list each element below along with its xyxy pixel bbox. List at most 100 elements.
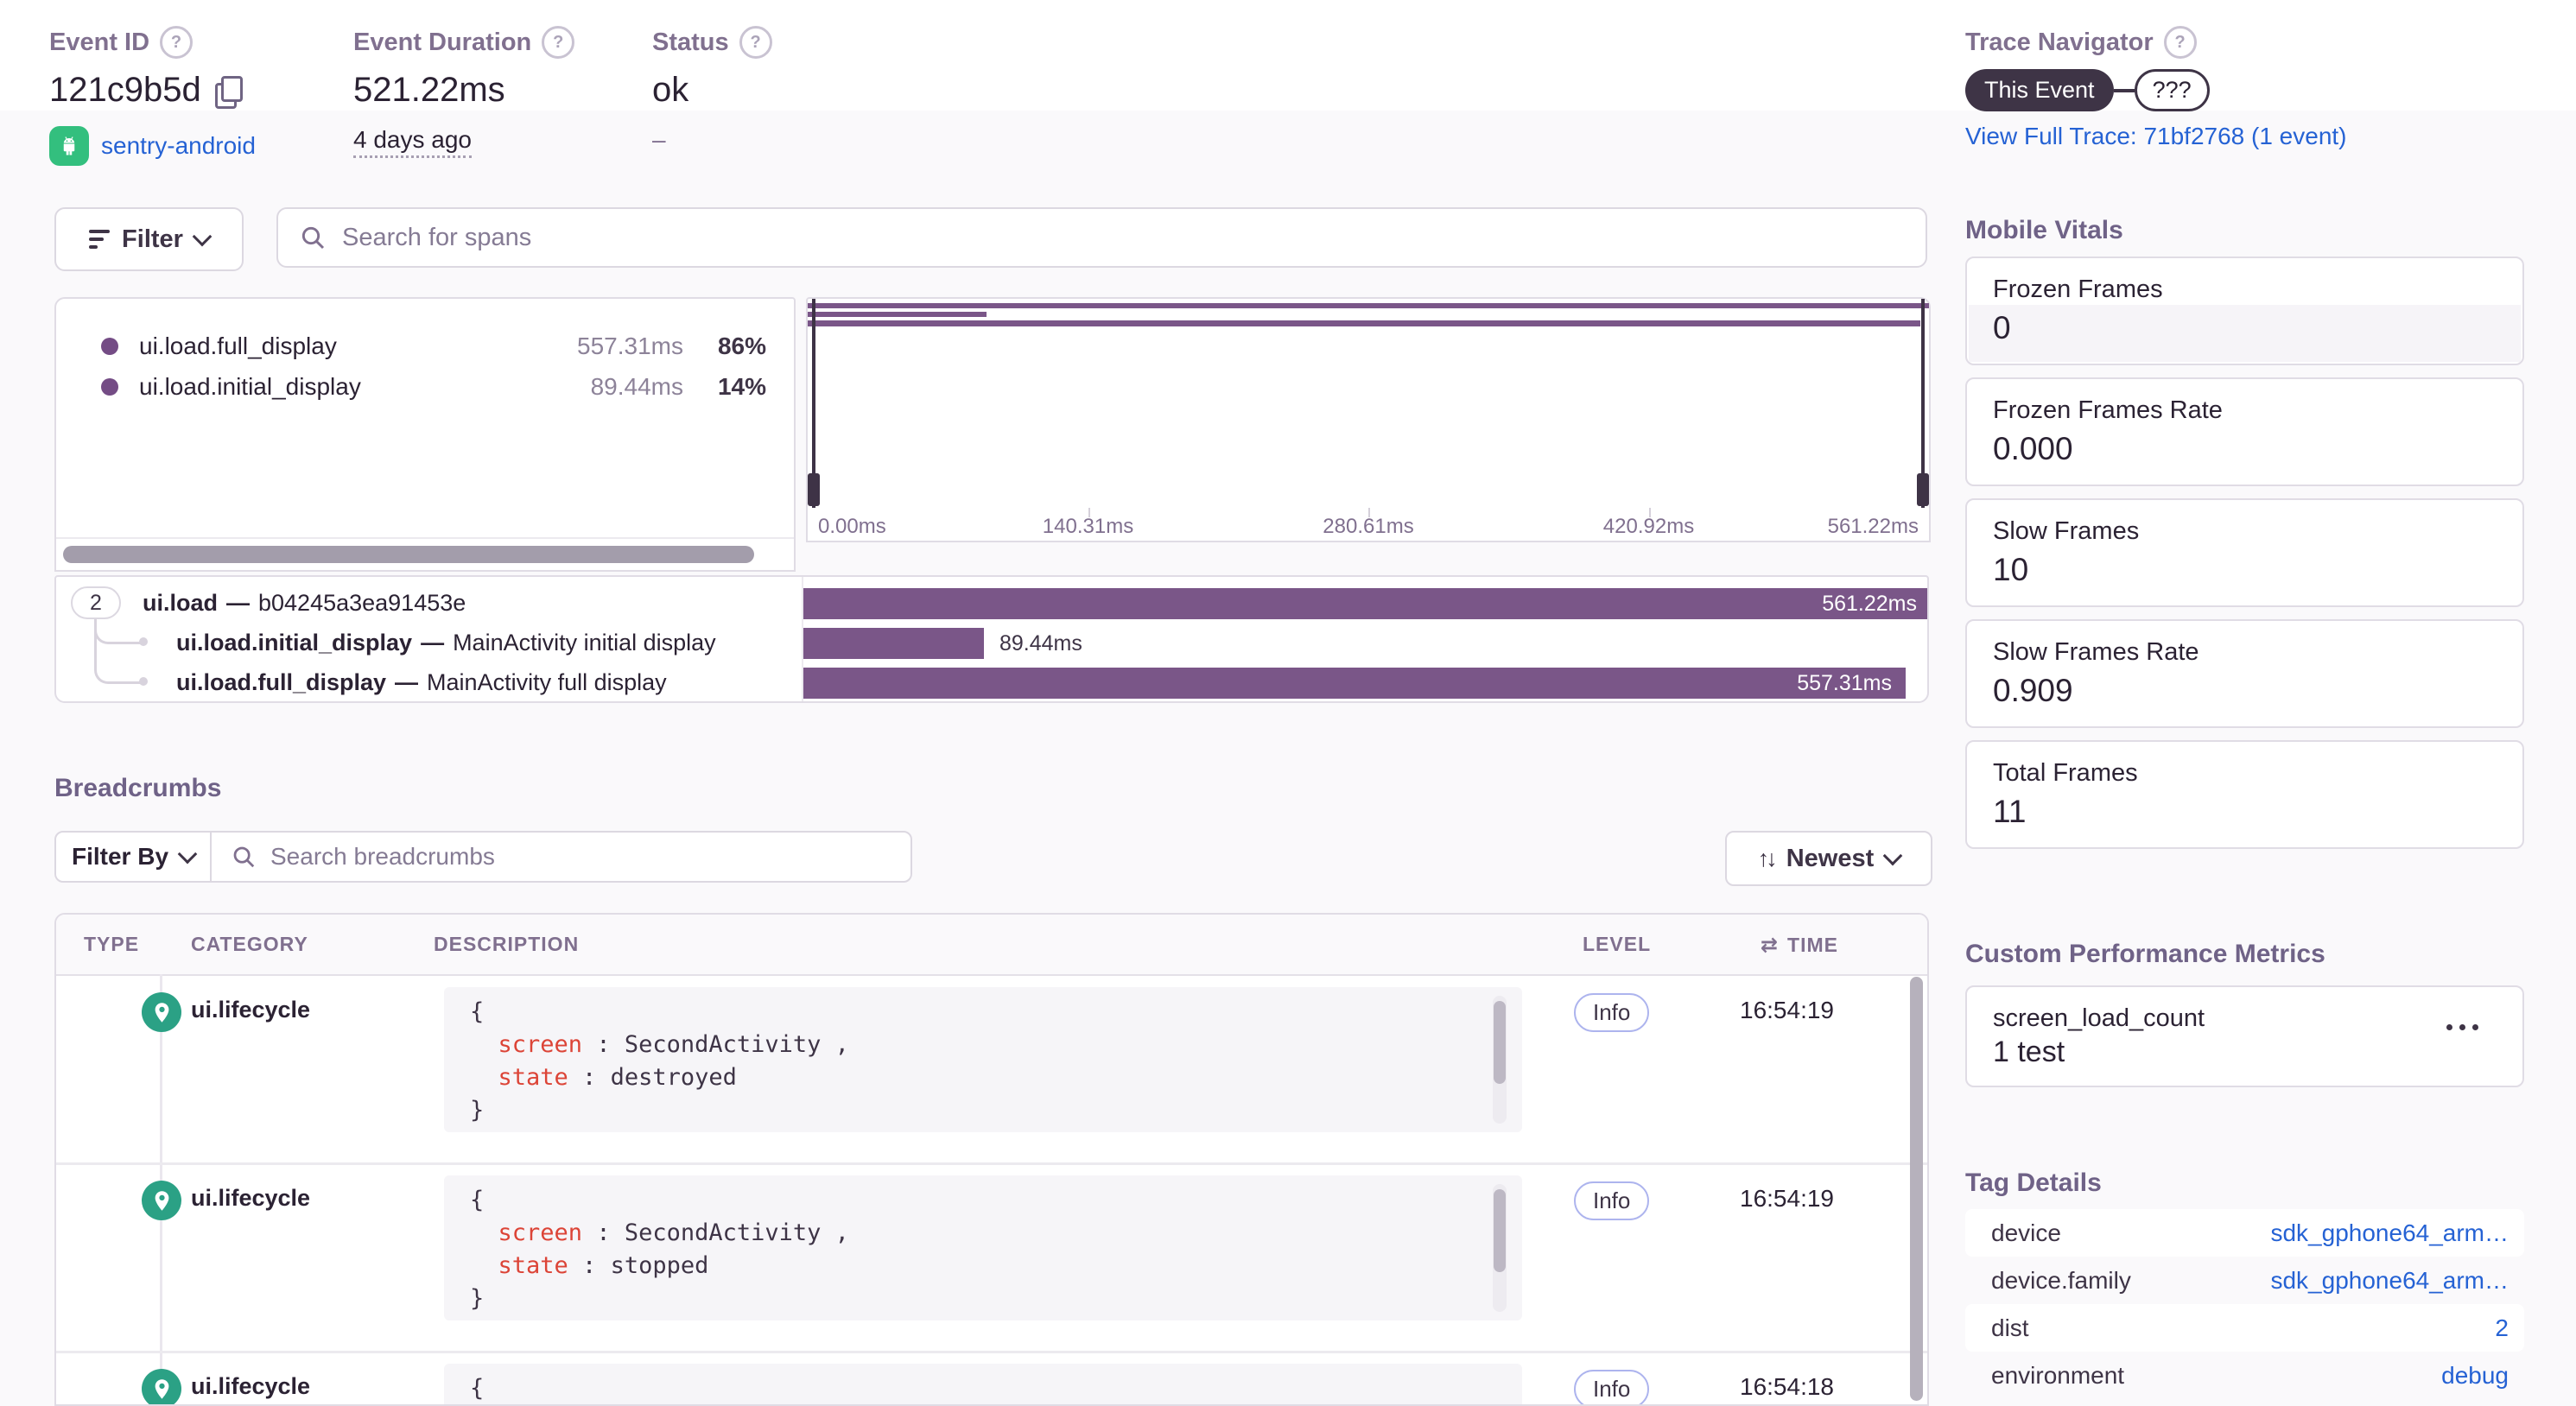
search-icon — [301, 226, 325, 250]
span-bar[interactable]: 557.31ms — [803, 668, 1906, 699]
span-color-dot — [101, 338, 118, 355]
breadcrumb-category: ui.lifecycle — [191, 1373, 311, 1399]
spans-filter-button[interactable]: Filter — [54, 207, 244, 271]
code-scrollbar[interactable] — [1493, 1184, 1507, 1312]
tag-row: environment debug — [1991, 1362, 2509, 1390]
event-id-block: Event ID 121c9b5d — [49, 0, 243, 110]
breadcrumb-code-block: { — [444, 1364, 1522, 1404]
breadcrumb-time: 16:54:19 — [1740, 997, 1834, 1023]
col-type: TYPE — [84, 933, 140, 955]
location-pin-icon — [142, 1181, 181, 1220]
chevron-down-icon — [177, 844, 198, 864]
scrollbar-thumb[interactable] — [63, 546, 754, 563]
axis-tick: 280.61ms — [1323, 515, 1414, 538]
span-legend-panel: ui.load.full_display 557.31ms 86% ui.loa… — [54, 297, 796, 572]
span-bar[interactable]: 561.22ms — [803, 588, 1927, 619]
event-detail-page: Event ID 121c9b5d sentry-android Event D… — [0, 0, 2576, 1406]
event-duration-block: Event Duration 521.22ms — [353, 0, 575, 110]
span-duration: 89.44ms — [999, 631, 1082, 656]
spans-search-input[interactable] — [340, 222, 1905, 253]
filter-lines-icon — [89, 230, 111, 249]
help-icon[interactable] — [2163, 26, 2197, 59]
axis-tick: 420.92ms — [1602, 515, 1695, 538]
status-label: Status — [652, 28, 729, 56]
breadcrumb-category: ui.lifecycle — [191, 1185, 311, 1211]
status-block: Status ok — [652, 0, 772, 110]
tag-value-link[interactable]: sdk_gphone64_arm… — [2270, 1219, 2509, 1247]
vital-card: Total Frames 11 — [1965, 740, 2524, 849]
view-full-trace[interactable]: View Full Trace: 71bf2768 (1 event) — [1965, 123, 2347, 150]
span-duration: 561.22ms — [1822, 591, 1917, 616]
trace-connector — [2113, 88, 2135, 92]
span-row[interactable]: ui.load.initial_display — MainActivity ini… — [56, 624, 1927, 663]
this-event-pill[interactable]: This Event — [1965, 69, 2114, 111]
event-duration-label: Event Duration — [353, 28, 532, 56]
breadcrumb-time: 16:54:18 — [1740, 1373, 1834, 1400]
ellipsis-menu-icon[interactable] — [2446, 1018, 2493, 1036]
col-category: CATEGORY — [191, 933, 308, 955]
custom-metrics-title: Custom Performance Metrics — [1965, 940, 2325, 968]
vital-card: Frozen Frames 0 — [1965, 256, 2524, 365]
code-scrollbar[interactable] — [1493, 996, 1507, 1124]
breadcrumbs-search-input[interactable] — [269, 842, 891, 871]
col-description: DESCRIPTION — [434, 933, 580, 955]
project-name[interactable]: sentry-android — [101, 132, 256, 160]
help-icon[interactable] — [739, 26, 772, 59]
project-link[interactable]: sentry-android — [49, 126, 256, 166]
help-icon[interactable] — [160, 26, 194, 59]
event-duration-value: 521.22ms — [353, 71, 505, 109]
axis-tick: 0.00ms — [818, 515, 886, 538]
span-duration: 557.31ms — [1797, 670, 1892, 695]
spans-search[interactable] — [276, 207, 1927, 268]
status-sub: – — [652, 126, 666, 153]
tag-details-title: Tag Details — [1965, 1168, 2102, 1197]
legend-item[interactable]: ui.load.full_display 557.31ms 86% — [56, 326, 794, 366]
search-icon — [233, 846, 255, 868]
breadcrumb-code-block: { screen : SecondActivity , state : dest… — [444, 987, 1522, 1132]
tag-value-link[interactable]: sdk_gphone64_arm… — [2270, 1267, 2509, 1295]
copy-icon[interactable] — [214, 75, 243, 109]
location-pin-icon — [142, 1369, 181, 1404]
span-count-badge[interactable]: 2 — [71, 586, 121, 619]
tag-value-link[interactable]: 2 — [2495, 1314, 2509, 1342]
span-bar[interactable]: 89.44ms — [803, 628, 1082, 659]
legend-scrollbar[interactable] — [56, 537, 794, 570]
minimap-left-handle[interactable] — [808, 299, 820, 508]
minimap-right-handle[interactable] — [1917, 299, 1929, 508]
help-icon[interactable] — [542, 26, 575, 59]
mobile-vitals-title: Mobile Vitals — [1965, 216, 2123, 244]
breadcrumb-category: ui.lifecycle — [191, 997, 311, 1023]
span-minimap[interactable]: 0.00ms 140.31ms 280.61ms 420.92ms 561.22… — [806, 297, 1931, 542]
sort-arrows-icon — [1758, 845, 1774, 873]
tag-row: device sdk_gphone64_arm… — [1965, 1209, 2524, 1257]
span-color-dot — [101, 378, 118, 396]
breadcrumbs-table: TYPE CATEGORY DESCRIPTION LEVEL TIME ui.… — [54, 913, 1929, 1406]
breadcrumb-time: 16:54:19 — [1740, 1185, 1834, 1212]
vital-card: Slow Frames Rate 0.909 — [1965, 619, 2524, 728]
breadcrumbs-sort-button[interactable]: Newest — [1725, 831, 1932, 886]
unknown-trace-pill[interactable]: ??? — [2134, 69, 2210, 111]
status-value: ok — [652, 71, 689, 109]
span-row[interactable]: 2 ui.load — b04245a3ea91453e 561.22ms — [56, 584, 1927, 624]
trace-navigator-block: Trace Navigator This Event ??? — [1965, 0, 2210, 111]
tag-value-link[interactable]: debug — [2441, 1362, 2509, 1390]
event-age[interactable]: 4 days ago — [353, 126, 472, 158]
breadcrumbs-filter-by[interactable]: Filter By — [56, 833, 212, 881]
breadcrumbs-search[interactable] — [212, 833, 910, 881]
breadcrumbs-toolbar: Filter By — [54, 831, 912, 883]
minimap-bar — [808, 312, 987, 317]
level-badge: Info — [1574, 1181, 1650, 1220]
col-time-sort[interactable]: TIME — [1761, 933, 1838, 958]
span-row[interactable]: ui.load.full_display — MainActivity full d… — [56, 663, 1927, 701]
chevron-down-icon — [1882, 846, 1903, 866]
tag-row: device.family sdk_gphone64_arm… — [1991, 1267, 2509, 1295]
event-id-value: 121c9b5d — [49, 71, 201, 109]
table-scrollbar[interactable] — [1910, 977, 1923, 1401]
tag-row: dist 2 — [1965, 1304, 2524, 1352]
vital-card: Frozen Frames Rate 0.000 — [1965, 377, 2524, 486]
time-axis: 0.00ms 140.31ms 280.61ms 420.92ms 561.22… — [808, 508, 1929, 541]
vital-card: Slow Frames 10 — [1965, 498, 2524, 607]
axis-tick: 561.22ms — [1827, 515, 1919, 538]
card-highlight — [1969, 305, 2521, 362]
legend-item[interactable]: ui.load.initial_display 89.44ms 14% — [56, 367, 794, 407]
